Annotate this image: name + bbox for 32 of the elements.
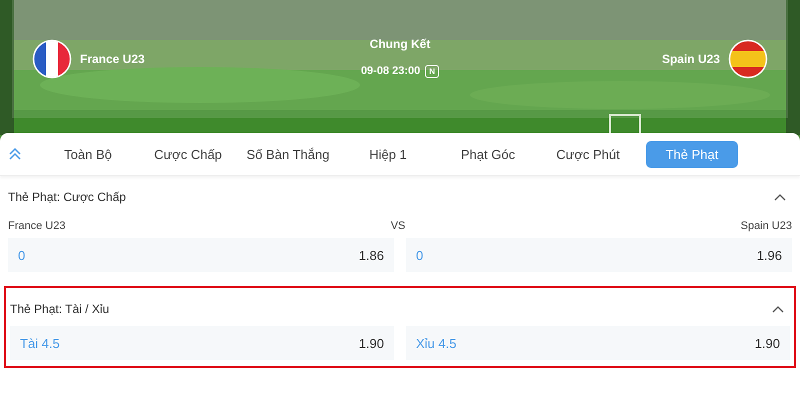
team-label: Spain U23 [740,220,792,232]
team-label: France U23 [8,220,66,232]
odds-price: 1.96 [756,248,782,262]
odds-price: 1.90 [754,336,780,350]
odds-button[interactable]: 0 1.86 [8,238,394,272]
odds-button[interactable]: 0 1.96 [406,238,792,272]
odds-button[interactable]: Xỉu 4.5 1.90 [406,326,790,360]
collapse-icon[interactable] [8,147,22,161]
odds-line: Xỉu 4.5 [416,336,456,350]
match-time: 09-08 23:00 [360,65,420,77]
odds-price: 1.86 [358,248,384,262]
odds-price: 1.90 [358,336,384,350]
chevron-up-icon[interactable] [772,305,784,313]
odds-line: 0 [416,248,424,262]
tab[interactable]: Toàn Bộ [38,140,138,168]
team-name: France U23 [80,52,145,66]
tab[interactable]: Phạt Góc [438,140,538,168]
chevron-up-icon[interactable] [774,193,786,201]
tab[interactable]: Cược Phút [538,140,638,168]
odds-line: 0 [18,248,26,262]
odds-button[interactable]: Tài 4.5 1.90 [10,326,394,360]
neutral-badge: N [425,64,440,78]
tab[interactable]: Cược Chấp [138,140,238,168]
match-stage: Chung Kết [370,36,430,50]
team-name: Spain U23 [662,52,720,66]
flag-icon [32,39,72,79]
odds-line: Tài 4.5 [20,336,60,350]
section-title: Thẻ Phạt: Tài / Xỉu [10,302,110,316]
section-title: Thẻ Phạt: Cược Chấp [8,190,126,204]
tab[interactable]: Số Bàn Thắng [238,140,338,168]
vs-label: VS [390,220,406,232]
tab[interactable]: Hiệp 1 [338,140,438,168]
